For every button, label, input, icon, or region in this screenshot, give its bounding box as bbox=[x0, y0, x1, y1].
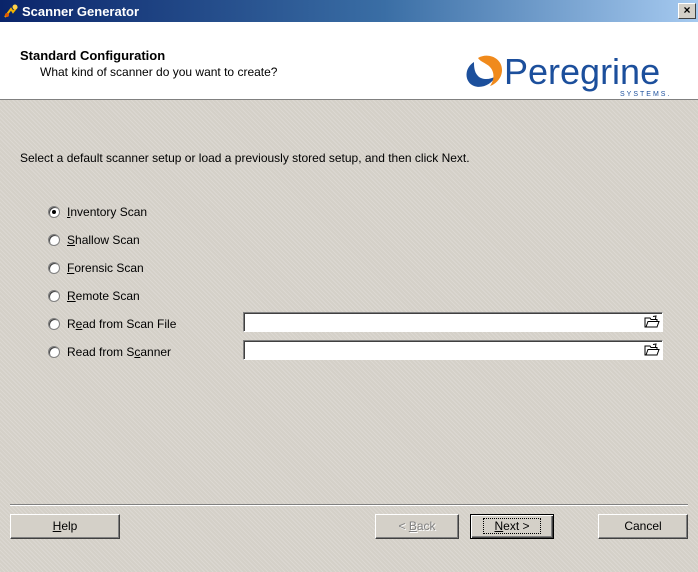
open-folder-icon[interactable] bbox=[644, 315, 660, 329]
logo-subtext: SYSTEMS. bbox=[620, 91, 671, 98]
radio-button[interactable] bbox=[48, 206, 60, 218]
page-subtitle: What kind of scanner do you want to crea… bbox=[40, 65, 278, 79]
instruction-text: Select a default scanner setup or load a… bbox=[20, 151, 470, 165]
radio-button[interactable] bbox=[48, 234, 60, 246]
peregrine-logo: Peregrine SYSTEMS. bbox=[466, 51, 671, 98]
radio-read-from-scanner[interactable]: Read from Scanner bbox=[48, 344, 171, 360]
radio-button[interactable] bbox=[48, 262, 60, 274]
button-separator bbox=[10, 504, 688, 506]
radio-label: Read from Scan File bbox=[67, 317, 177, 331]
next-button-focus: Next > bbox=[483, 518, 541, 534]
radio-button[interactable] bbox=[48, 346, 60, 358]
page-title: Standard Configuration bbox=[20, 48, 166, 63]
close-button[interactable]: × bbox=[678, 3, 696, 19]
back-button[interactable]: < Back bbox=[375, 514, 459, 539]
radio-label: Inventory Scan bbox=[67, 205, 148, 219]
radio-label: Shallow Scan bbox=[67, 233, 140, 247]
radio-label: Forensic Scan bbox=[67, 261, 144, 275]
radio-label: Remote Scan bbox=[67, 289, 140, 303]
radio-button[interactable] bbox=[48, 290, 60, 302]
window-title: Scanner Generator bbox=[22, 4, 140, 19]
next-button[interactable]: Next > bbox=[470, 514, 554, 539]
wizard-content: Select a default scanner setup or load a… bbox=[0, 100, 698, 572]
help-button[interactable]: Help bbox=[10, 514, 120, 539]
scanner-generator-icon bbox=[4, 4, 18, 18]
radio-shallow-scan[interactable]: Shallow Scan bbox=[48, 232, 140, 248]
logo-wordmark: Peregrine bbox=[504, 51, 660, 92]
scanner-path-input[interactable] bbox=[243, 340, 663, 360]
radio-remote-scan[interactable]: Remote Scan bbox=[48, 288, 140, 304]
radio-read-from-scan-file[interactable]: Read from Scan File bbox=[48, 316, 176, 332]
title-bar: Scanner Generator × bbox=[0, 0, 698, 22]
wizard-header: Standard Configuration What kind of scan… bbox=[0, 22, 698, 100]
open-folder-icon[interactable] bbox=[644, 343, 660, 357]
scan-file-path-input[interactable] bbox=[243, 312, 663, 332]
radio-inventory-scan[interactable]: Inventory Scan bbox=[48, 204, 147, 220]
radio-forensic-scan[interactable]: Forensic Scan bbox=[48, 260, 144, 276]
radio-button[interactable] bbox=[48, 318, 60, 330]
radio-label: Read from Scanner bbox=[67, 345, 172, 359]
cancel-button[interactable]: Cancel bbox=[598, 514, 688, 539]
